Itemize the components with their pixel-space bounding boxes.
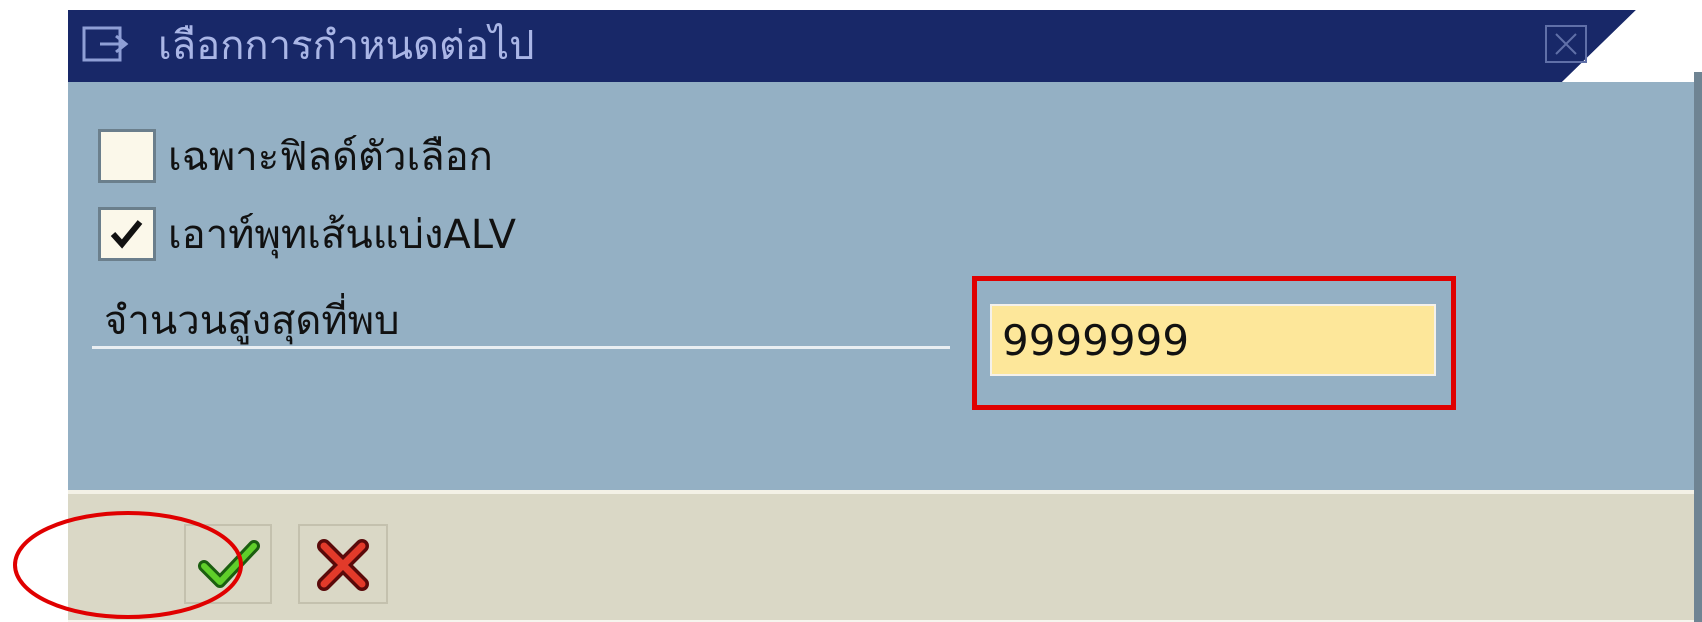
option-alv-grid-output: เอาท์พุทเส้นแบ่งALV (98, 204, 516, 264)
max-hits-label-underline (92, 346, 950, 349)
alv-grid-output-checkbox[interactable] (98, 207, 156, 261)
option-selection-fields-only: เฉพาะฟิลด์ตัวเลือก (98, 126, 493, 186)
dialog-titlebar: เลือกการกำหนดต่อไป (68, 10, 1702, 82)
alv-grid-output-label: เอาท์พุทเส้นแบ่งALV (168, 212, 517, 258)
options-arrow-icon (82, 24, 130, 64)
close-icon[interactable] (1544, 24, 1588, 64)
dialog-body: เฉพาะฟิลด์ตัวเลือก เอาท์พุทเส้นแบ่งALV (68, 82, 1702, 490)
highlight-ellipse (13, 511, 243, 619)
more-settings-dialog: เลือกการกำหนดต่อไป เฉพาะฟิลด์ตัวเลือก เอ… (68, 10, 1702, 622)
dialog-right-edge (1694, 72, 1702, 622)
selection-fields-only-label: เฉพาะฟิลด์ตัวเลือก (168, 134, 493, 180)
cancel-button[interactable] (298, 524, 388, 604)
dialog-title: เลือกการกำหนดต่อไป (158, 23, 535, 69)
checkmark-tick-icon (110, 220, 143, 249)
cancel-x-icon (317, 539, 369, 591)
selection-fields-only-checkbox[interactable] (98, 129, 156, 183)
highlight-rectangle (972, 276, 1456, 410)
max-hits-label: จำนวนสูงสุดที่พบ (104, 298, 400, 344)
screen: เลือกการกำหนดต่อไป เฉพาะฟิลด์ตัวเลือก เอ… (0, 0, 1702, 622)
